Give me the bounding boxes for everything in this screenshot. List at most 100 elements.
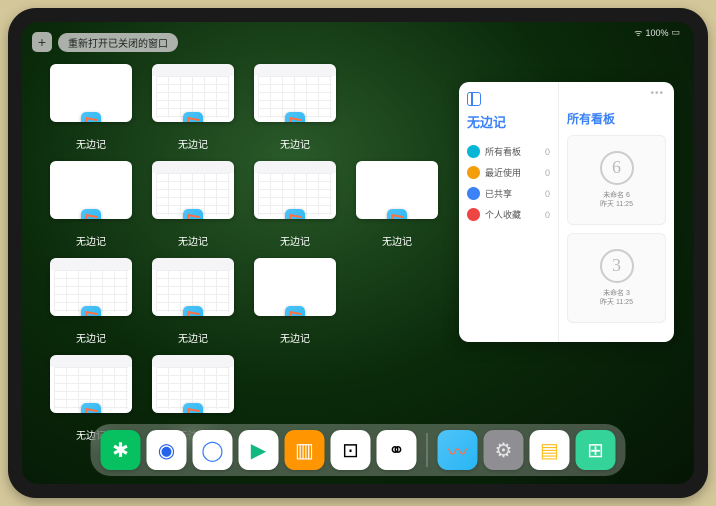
status-bar: ᯤ 100% ▭ [634,26,680,39]
window-label: 无边记 [178,136,208,151]
sidebar-item[interactable]: 个人收藏 0 [467,204,550,225]
sidebar-item-label: 已共享 [485,187,512,200]
sidebar-item-count: 0 [545,210,550,220]
dock-app-settings[interactable]: ⚙ [484,430,524,470]
thumbnail-preview [254,161,336,219]
thumbnail-preview [254,258,336,316]
dock-app-notes[interactable]: ▤ [530,430,570,470]
thumbnail-preview [152,161,234,219]
freeform-app-icon [183,112,203,122]
freeform-app-icon [285,209,305,219]
thumbnail-preview [50,355,132,413]
freeform-app-icon [183,403,203,413]
sidebar-item[interactable]: 已共享 0 [467,183,550,204]
window-thumbnail[interactable]: 无边记 [254,161,336,248]
sidebar-toggle-icon[interactable] [467,92,481,106]
sidebar-item-label: 个人收藏 [485,208,521,221]
category-icon [467,187,480,200]
category-icon [467,208,480,221]
freeform-app-icon [81,112,101,122]
window-label: 无边记 [280,136,310,151]
window-thumbnail[interactable]: 无边记 [356,161,438,248]
thumbnail-preview [356,161,438,219]
category-icon [467,145,480,158]
freeform-app-icon [387,209,407,219]
sidebar-title: 无边记 [467,112,550,131]
thumbnail-preview [50,161,132,219]
window-thumbnail[interactable]: 无边记 [254,64,336,151]
reopen-label: 重新打开已关闭的窗口 [68,39,168,50]
dock-app-ali-cloud[interactable]: ◯ [193,430,233,470]
window-thumbnail[interactable]: 无边记 [50,64,132,151]
freeform-app-icon [81,306,101,316]
category-icon [467,166,480,179]
sidebar-item-label: 所有看板 [485,145,521,158]
window-thumbnail[interactable]: 无边记 [152,258,234,345]
window-label: 无边记 [76,330,106,345]
board-name: 未命名 3 [600,289,633,298]
plus-icon: + [38,34,46,50]
window-label: 无边记 [76,233,106,248]
window-thumbnail[interactable]: 无边记 [254,258,336,345]
freeform-app-icon [285,306,305,316]
freeform-app-icon [285,112,305,122]
thumbnail-preview [50,64,132,122]
dock-app-quark[interactable]: ◉ [147,430,187,470]
freeform-sidebar: 无边记 所有看板 0 最近使用 0 已共享 0 个人收藏 0 [459,82,559,342]
freeform-app-icon [183,209,203,219]
dock: ✱◉◯▶▥⊡⚭ 〰⚙▤⊞ [91,424,626,476]
window-label: 无边记 [178,330,208,345]
window-thumbnail[interactable]: 无边记 [152,161,234,248]
window-thumbnail[interactable]: 无边记 [50,161,132,248]
window-label: 无边记 [280,233,310,248]
screen: ᯤ 100% ▭ + 重新打开已关闭的窗口 无边记无边记无边记无边记无边记无边记… [22,22,694,484]
thumbnail-preview [152,64,234,122]
thumbnail-preview [50,258,132,316]
board-card[interactable]: 6 未命名 6昨天 11:25 [567,135,666,225]
wifi-icon: ᯤ [634,26,642,39]
battery-label: 100% [645,28,668,38]
freeform-main: 所有看板 6未命名 6昨天 11:253未命名 3昨天 11:25 [559,82,674,342]
ipad-frame: ᯤ 100% ▭ + 重新打开已关闭的窗口 无边记无边记无边记无边记无边记无边记… [8,8,708,498]
board-glyph: 6 [600,151,634,185]
board-time: 昨天 11:25 [600,200,633,209]
freeform-window[interactable]: ••• 无边记 所有看板0最近使用0已共享0个人收藏0 所有看板 6未命名 6昨… [459,82,674,342]
dock-app-wechat[interactable]: ✱ [101,430,141,470]
sidebar-item[interactable]: 所有看板 0 [467,141,550,162]
reopen-closed-window-button[interactable]: 重新打开已关闭的窗口 [58,33,178,52]
window-switcher-grid: 无边记无边记无边记无边记无边记无边记无边记无边记无边记无边记无边记无边记 [50,64,438,442]
dock-app-books[interactable]: ▥ [285,430,325,470]
dock-separator [427,433,428,467]
window-label: 无边记 [178,233,208,248]
top-bar: + 重新打开已关闭的窗口 [32,32,178,52]
sidebar-item-count: 0 [545,189,550,199]
freeform-app-icon [81,403,101,413]
main-title: 所有看板 [567,110,666,127]
window-label: 无边记 [76,136,106,151]
sidebar-item-count: 0 [545,147,550,157]
dock-app-play[interactable]: ▶ [239,430,279,470]
window-thumbnail[interactable]: 无边记 [50,258,132,345]
board-name: 未命名 6 [600,191,633,200]
board-time: 昨天 11:25 [600,298,633,307]
window-menu-icon[interactable]: ••• [650,88,664,99]
sidebar-item[interactable]: 最近使用 0 [467,162,550,183]
dock-app-graph[interactable]: ⚭ [377,430,417,470]
dock-app-freeform[interactable]: 〰 [438,430,478,470]
window-label: 无边记 [280,330,310,345]
sidebar-item-label: 最近使用 [485,166,521,179]
window-thumbnail[interactable]: 无边记 [152,64,234,151]
freeform-app-icon [183,306,203,316]
dock-app-appgrid[interactable]: ⊞ [576,430,616,470]
board-glyph: 3 [600,249,634,283]
dock-app-dice[interactable]: ⊡ [331,430,371,470]
window-label: 无边记 [382,233,412,248]
freeform-app-icon [81,209,101,219]
board-card[interactable]: 3 未命名 3昨天 11:25 [567,233,666,323]
battery-icon: ▭ [671,27,680,38]
new-window-button[interactable]: + [32,32,52,52]
thumbnail-preview [152,258,234,316]
thumbnail-preview [152,355,234,413]
thumbnail-preview [254,64,336,122]
sidebar-item-count: 0 [545,168,550,178]
